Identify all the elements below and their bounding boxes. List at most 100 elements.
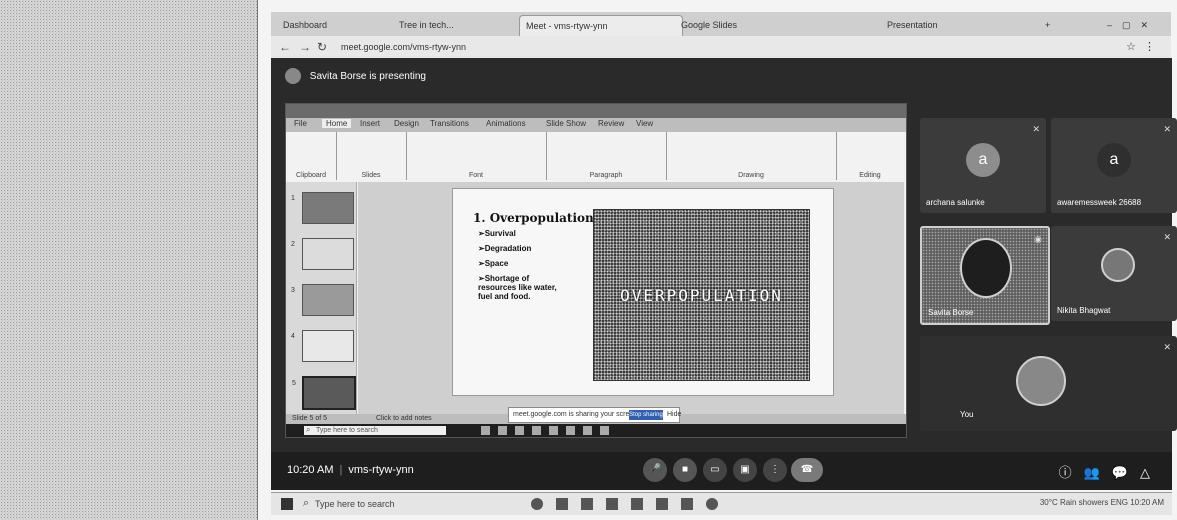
meeting-time: 10:20 AM <box>287 464 334 476</box>
cortana-icon[interactable] <box>531 498 543 510</box>
ribbon-tab[interactable]: View <box>636 119 653 128</box>
back-icon[interactable]: ← <box>279 40 291 54</box>
stop-sharing-button[interactable]: Stop sharing <box>629 410 663 420</box>
group-label: Clipboard <box>296 172 326 179</box>
taskbar-app-icon[interactable] <box>566 426 575 435</box>
inner-search-box[interactable]: Type here to search <box>304 425 446 435</box>
taskbar-app-icon[interactable] <box>681 498 693 510</box>
inner-taskbar: Type here to search <box>286 424 906 437</box>
slide-thumbnail[interactable]: 4 <box>291 330 354 362</box>
ribbon-group-editing[interactable]: Editing <box>836 132 904 180</box>
current-slide[interactable]: 1. Overpopulation ➢Survival ➢Degradation… <box>452 188 834 396</box>
ribbon-group-clipboard[interactable]: Clipboard <box>286 132 337 180</box>
group-label: Font <box>468 172 483 179</box>
ribbon-tab[interactable]: File <box>294 119 307 128</box>
hide-link[interactable]: Hide <box>667 408 681 422</box>
taskbar-app-icon[interactable] <box>532 426 541 435</box>
taskbar-app-icon[interactable] <box>481 426 490 435</box>
browser-tab[interactable]: Dashboard <box>277 15 399 35</box>
slide-thumbnail[interactable]: 3 <box>291 284 354 316</box>
taskbar-app-icon[interactable] <box>631 498 643 510</box>
taskbar-app-icon[interactable] <box>549 426 558 435</box>
participant-tile[interactable]: a ✕ archana salunke <box>920 118 1046 213</box>
participant-name: Nikita Bhagwat <box>1057 306 1111 315</box>
ribbon-tab[interactable]: Insert <box>360 119 380 128</box>
participant-video <box>960 238 1012 298</box>
ribbon-tab-active[interactable]: Home <box>322 119 352 128</box>
taskbar-app-icon[interactable] <box>498 426 507 435</box>
mic-button[interactable]: 🎤 <box>643 458 667 482</box>
participant-name: You <box>960 410 974 419</box>
forward-icon[interactable]: → <box>299 40 311 54</box>
participant-photo <box>1101 248 1135 282</box>
slide-thumbnail[interactable]: 1 <box>291 192 354 224</box>
taskbar-app-icon[interactable] <box>600 426 609 435</box>
browser-action-icons[interactable]: ☆⋮ <box>1126 40 1163 53</box>
meet-side-icons[interactable]: ⓘ👥💬△ <box>1059 462 1162 481</box>
browser-tab[interactable]: Tree in tech... <box>393 15 525 35</box>
ribbon-group-font[interactable]: Font <box>406 132 547 180</box>
system-tray: 30°C Rain showers ENG 10:20 AM <box>1039 498 1164 507</box>
shared-screen: File Home Insert Design Transitions Anim… <box>285 103 907 438</box>
participant-tile-speaking[interactable]: ◉ Savita Borse <box>920 226 1050 325</box>
ribbon-group-paragraph[interactable]: Paragraph <box>546 132 667 180</box>
presenter-label: Savita Borse is presenting <box>309 71 426 82</box>
slide-thumbnails: 1 2 3 4 5 <box>286 182 357 414</box>
self-view-tile[interactable]: ✕ You <box>920 336 1177 431</box>
captions-button[interactable]: ▭ <box>703 458 727 482</box>
more-options-button[interactable]: ⋮ <box>763 458 787 482</box>
taskbar-app-icon[interactable] <box>515 426 524 435</box>
taskbar-search-box[interactable]: Type here to search <box>301 495 515 512</box>
window-controls[interactable]: –▢✕ <box>1101 15 1177 35</box>
ribbon-tab[interactable]: Transitions <box>430 119 469 128</box>
taskbar-app-icon[interactable] <box>606 498 618 510</box>
presenter-avatar <box>285 68 301 85</box>
reload-icon[interactable]: ↻ <box>317 40 327 54</box>
ribbon-tab[interactable]: Review <box>598 119 624 128</box>
leave-call-button[interactable]: ☎ <box>791 458 823 482</box>
browser-tab[interactable]: Presentation <box>881 15 1043 35</box>
taskbar-app-icon[interactable] <box>581 498 593 510</box>
slide-thumbnail[interactable]: 2 <box>291 238 354 270</box>
tab-label: Meet - vms-rtyw-ynn <box>526 21 608 31</box>
ribbon-tab[interactable]: Animations <box>486 119 526 128</box>
camera-button[interactable]: ■ <box>673 458 697 482</box>
slide-thumbnail-selected[interactable]: 5 <box>292 376 356 410</box>
present-button[interactable]: ▣ <box>733 458 757 482</box>
ribbon-tab[interactable]: Design <box>394 119 419 128</box>
browser-tab-active[interactable]: Meet - vms-rtyw-ynn <box>519 15 683 36</box>
ribbon-group-drawing[interactable]: Drawing <box>666 132 837 180</box>
slide-number: 3 <box>291 287 295 294</box>
ribbon-tab[interactable]: Slide Show <box>546 119 586 128</box>
bullet-item: ➢Space <box>478 259 509 268</box>
participant-name: archana salunke <box>926 198 985 207</box>
tab-label: Tree in tech... <box>399 20 454 30</box>
ppt-title-bar <box>286 104 906 118</box>
bullet-item: ➢Shortage of resources like water, fuel … <box>478 274 557 301</box>
slide-count: Slide 5 of 5 <box>292 415 328 422</box>
bullet-item: ➢Degradation <box>478 244 532 253</box>
screenshot-frame: Dashboard Tree in tech... Meet - vms-rty… <box>257 0 1177 520</box>
new-tab-button[interactable]: + <box>1039 15 1071 35</box>
participant-tile[interactable]: a ✕ awaremessweek 26688 <box>1051 118 1177 213</box>
browser-tab[interactable]: Google Slides <box>675 15 887 35</box>
mic-off-icon: ✕ <box>1163 232 1171 242</box>
task-view-icon[interactable] <box>556 498 568 510</box>
url-field[interactable]: meet.google.com/vms-rtyw-ynn <box>341 39 941 55</box>
ribbon-group-slides[interactable]: Slides <box>336 132 407 180</box>
taskbar-app-icon[interactable] <box>656 498 668 510</box>
slide-number: 5 <box>292 380 296 387</box>
mic-off-icon: ✕ <box>1032 124 1040 134</box>
participant-tile[interactable]: ✕ Nikita Bhagwat <box>1051 226 1177 321</box>
tab-label: Dashboard <box>283 20 328 30</box>
meeting-details: 10:20 AM | vms-rtyw-ynn <box>287 464 414 476</box>
slide-workspace: 1. Overpopulation ➢Survival ➢Degradation… <box>358 182 904 414</box>
slide-image-text: OVERPOPULATION <box>620 286 783 305</box>
bullet-item: ➢Survival <box>478 229 516 238</box>
windows-start-icon[interactable] <box>281 498 293 510</box>
participant-avatar: a <box>966 143 1000 177</box>
popup-message: meet.google.com is sharing your screen. <box>513 411 640 418</box>
taskbar-app-icon[interactable] <box>583 426 592 435</box>
chrome-icon[interactable] <box>706 498 718 510</box>
slide-number: 2 <box>291 241 295 248</box>
